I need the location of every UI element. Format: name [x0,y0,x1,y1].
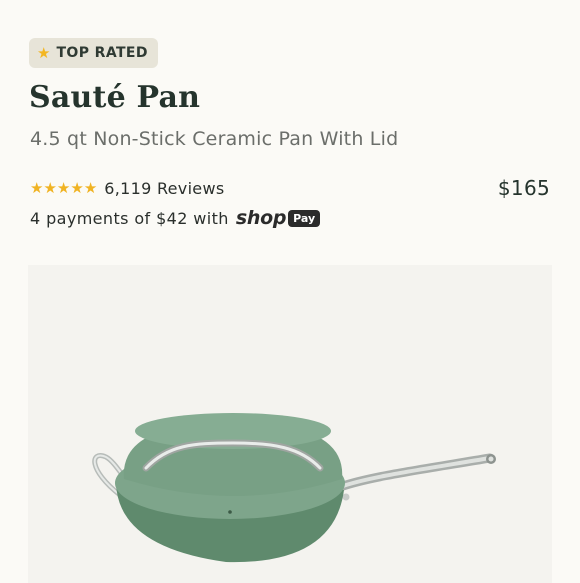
product-image[interactable] [28,265,552,583]
star-icon: ★ [37,43,51,62]
rating-row: ★ ★ ★ ★ ★ 6,119 Reviews $165 [30,176,550,200]
shop-wordmark: shop [235,207,287,229]
saute-pan-illustration [92,413,496,563]
installments-info: 4 payments of $42 with shop Pay [30,207,321,229]
top-rated-badge: ★ TOP RATED [29,38,158,68]
star-icon: ★ [43,178,57,197]
product-subtitle: 4.5 qt Non-Stick Ceramic Pan With Lid [30,128,399,150]
pay-pill: Pay [288,209,321,227]
star-icon: ★ [30,178,44,197]
star-icon: ★ [83,178,98,197]
shop-pay-logo[interactable]: shop Pay [235,207,321,229]
star-rating: ★ ★ ★ ★ ★ [30,178,98,197]
badge-label: TOP RATED [56,45,148,61]
reviews-count[interactable]: 6,119 Reviews [104,179,224,198]
star-icon: ★ [70,178,84,197]
star-icon: ★ [56,178,71,197]
product-title: Sauté Pan [29,80,201,115]
product-price: $165 [497,176,550,200]
reviews-link[interactable]: ★ ★ ★ ★ ★ 6,119 Reviews [30,179,224,198]
installments-text: 4 payments of $42 with [30,208,229,228]
